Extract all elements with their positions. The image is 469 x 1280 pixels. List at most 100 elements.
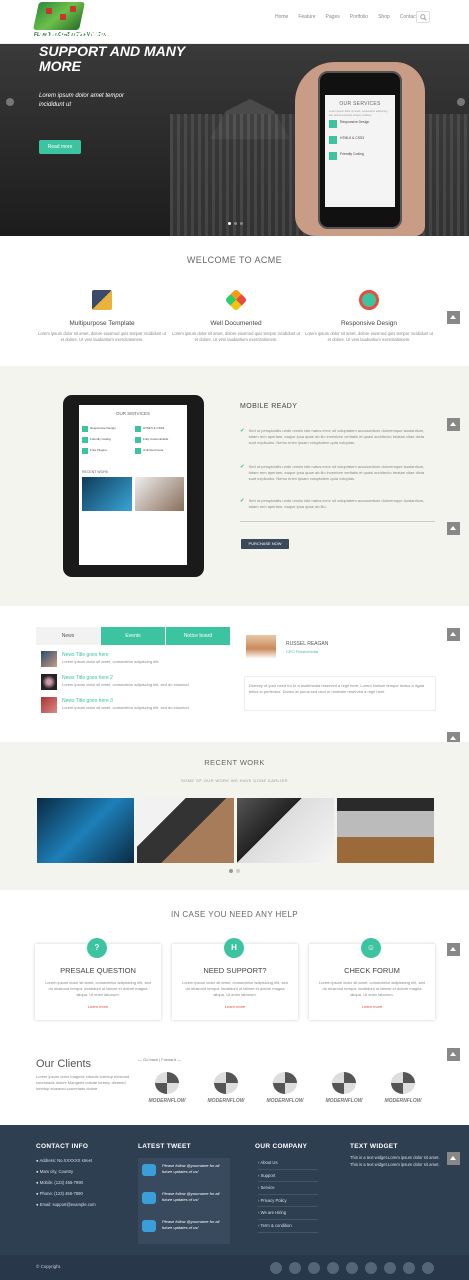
help-box-text: Lorem ipsum dolor sit amet, consectetur … xyxy=(182,980,288,997)
contact-email[interactable]: ● Email: support@example.com xyxy=(36,1201,96,1208)
phone-heading: OUR SERVICES xyxy=(339,101,381,107)
nav-item-home[interactable]: Home xyxy=(275,14,288,20)
search-button[interactable] xyxy=(416,11,430,23)
tablet-item: Responsive Design xyxy=(90,426,116,430)
dribbble-icon[interactable] xyxy=(384,1262,396,1274)
scroll-top-button[interactable] xyxy=(447,418,460,431)
tab-notice-board[interactable]: Notice board xyxy=(165,627,230,645)
tweet[interactable]: Please follow @yourname for all future u… xyxy=(142,1217,228,1241)
clients-nav[interactable]: — Go back | Forward — xyxy=(138,1057,181,1062)
nav-item-pages[interactable]: Pages xyxy=(326,14,340,20)
facebook-icon[interactable] xyxy=(422,1262,434,1274)
scroll-top-button[interactable] xyxy=(447,943,460,956)
news-title[interactable]: News Title goes here 3 xyxy=(62,698,113,704)
github-icon[interactable] xyxy=(289,1262,301,1274)
footer-link[interactable]: › Service xyxy=(258,1182,318,1195)
portfolio-item[interactable] xyxy=(137,798,234,863)
client-logo[interactable]: MODERNFLOW xyxy=(377,1068,429,1108)
nav-item-feature[interactable]: Feature xyxy=(298,14,315,20)
company-title: OUR COMPANY xyxy=(255,1143,308,1150)
clients-text: Lorem ipsum dolor magnde cdsuds loredup … xyxy=(36,1074,130,1091)
news-text: Lorem ipsum dolor sit amet, consectetur … xyxy=(62,682,189,687)
bottom-bar xyxy=(0,1255,469,1280)
help-box-title: PRESALE QUESTION xyxy=(60,966,136,975)
portfolio-item[interactable] xyxy=(37,798,134,863)
widget-title: TEXT WIDGET xyxy=(350,1143,398,1150)
phone-item: Friendly Coding xyxy=(340,152,364,156)
tweet[interactable]: Please follow @yourname for all future u… xyxy=(142,1161,228,1185)
news-tabs: News Events Notice board xyxy=(36,627,230,645)
feature-text: Lorem ipsum dolor sit amet, dolore eiusm… xyxy=(304,331,433,342)
skype-icon[interactable] xyxy=(327,1262,339,1274)
learn-more-link[interactable]: Learn more xyxy=(172,1004,298,1009)
news-item[interactable]: News Title goes here 3 Lorem ipsum dolor… xyxy=(41,697,231,715)
twitter-icon xyxy=(142,1164,156,1176)
nav-item-contact[interactable]: Contact xyxy=(400,14,417,20)
tab-events[interactable]: Events xyxy=(100,627,165,645)
feature-title: Well Documented xyxy=(210,320,262,327)
news-title[interactable]: News Title goes here 2 xyxy=(62,675,113,681)
help-box: ? PRESALE QUESTION Lorem ipsum dolor sit… xyxy=(35,938,161,1020)
news-thumbnail xyxy=(41,697,57,713)
linkedin-icon[interactable] xyxy=(308,1262,320,1274)
scroll-top-button[interactable] xyxy=(447,522,460,535)
news-item[interactable]: News Title goes here 2 Lorem ipsum dolor… xyxy=(41,674,231,692)
recent-title: RECENT WORK xyxy=(204,758,265,767)
main-nav: Home Feature Pages Portfolio Shop Contac… xyxy=(275,14,417,20)
tablet-heading: OUR SERVICES xyxy=(116,411,150,416)
scroll-top-button[interactable] xyxy=(447,311,460,324)
purchase-button[interactable]: PURCHASE NOW xyxy=(241,539,289,549)
nav-item-portfolio[interactable]: Portfolio xyxy=(350,14,368,20)
copyright: © Copyright. xyxy=(36,1264,62,1269)
slider-prev-icon[interactable] xyxy=(6,98,14,106)
check-row: ✔ Sed ut perspiciatis unde omnis iste na… xyxy=(240,428,429,447)
portfolio-item[interactable] xyxy=(337,798,434,863)
mobile-point: Sed ut perspiciatis unde omnis iste natu… xyxy=(248,464,425,482)
tweet[interactable]: Please follow @yourname for all future u… xyxy=(142,1189,228,1213)
footer-link[interactable]: › Term & condition xyxy=(258,1220,318,1233)
twitter-icon xyxy=(142,1220,156,1232)
check-icon: ✔ xyxy=(240,428,245,434)
portfolio-item[interactable] xyxy=(237,798,334,863)
scroll-top-button[interactable] xyxy=(447,1152,460,1165)
clock-icon xyxy=(359,290,379,310)
check-row: ✔ Sed ut perspiciatis unde omnis iste na… xyxy=(240,464,429,483)
company-links: › About Us › Support › Service › Privacy… xyxy=(258,1157,318,1233)
phone-mockup: OUR SERVICES Lorem ipsum dolor sit amet,… xyxy=(318,71,402,229)
clients-title: Our Clients xyxy=(36,1058,92,1070)
learn-more-link[interactable]: Learn more xyxy=(35,1004,161,1009)
footer-link[interactable]: › About Us xyxy=(258,1157,318,1170)
footer-link[interactable]: › Support xyxy=(258,1170,318,1183)
scroll-top-button[interactable] xyxy=(447,1048,460,1061)
twitter-icon xyxy=(142,1192,156,1204)
tablet-recent: RECENT WORK xyxy=(82,470,109,474)
footer-link[interactable]: › We are Hiring xyxy=(258,1207,318,1220)
googleplus-icon[interactable] xyxy=(403,1262,415,1274)
client-logo[interactable]: MODERNFLOW xyxy=(318,1068,370,1108)
client-logo[interactable]: MODERNFLOW xyxy=(141,1068,193,1108)
help-box-text: Lorem ipsum dolor sit amet, consectetur … xyxy=(45,980,151,997)
tablet-item: HTML5 & CSS3 xyxy=(143,426,165,430)
question-icon: ? xyxy=(87,938,107,958)
tab-news[interactable]: News xyxy=(36,627,100,645)
search-icon xyxy=(420,14,427,21)
learn-more-link[interactable]: Learn more xyxy=(309,1004,435,1009)
help-box: ☺ CHECK FORUM Lorem ipsum dolor sit amet… xyxy=(309,938,435,1020)
client-logo[interactable]: MODERNFLOW xyxy=(200,1068,252,1108)
news-thumbnail xyxy=(41,674,57,690)
news-title[interactable]: News Title goes here xyxy=(62,652,109,658)
nav-item-shop[interactable]: Shop xyxy=(378,14,390,20)
contact-phone: ● Phone: (123) 456-7890 xyxy=(36,1191,83,1196)
read-more-button[interactable]: Read more xyxy=(39,140,81,154)
client-logo[interactable]: MODERNFLOW xyxy=(259,1068,311,1108)
news-text: Lorem ipsum dolor sit amet, consectetur … xyxy=(62,705,189,710)
help-box-text: Lorem ipsum dolor sit amet, consectetur … xyxy=(319,980,425,997)
linkedin-icon[interactable] xyxy=(365,1262,377,1274)
help-box-title: CHECK FORUM xyxy=(344,966,400,975)
footer-link[interactable]: › Privacy Policy xyxy=(258,1195,318,1208)
twitter-icon[interactable] xyxy=(346,1262,358,1274)
youtube-icon[interactable] xyxy=(270,1262,282,1274)
news-item[interactable]: News Title goes here Lorem ipsum dolor s… xyxy=(41,651,231,669)
slider-next-icon[interactable] xyxy=(457,98,465,106)
scroll-top-button[interactable] xyxy=(447,628,460,641)
